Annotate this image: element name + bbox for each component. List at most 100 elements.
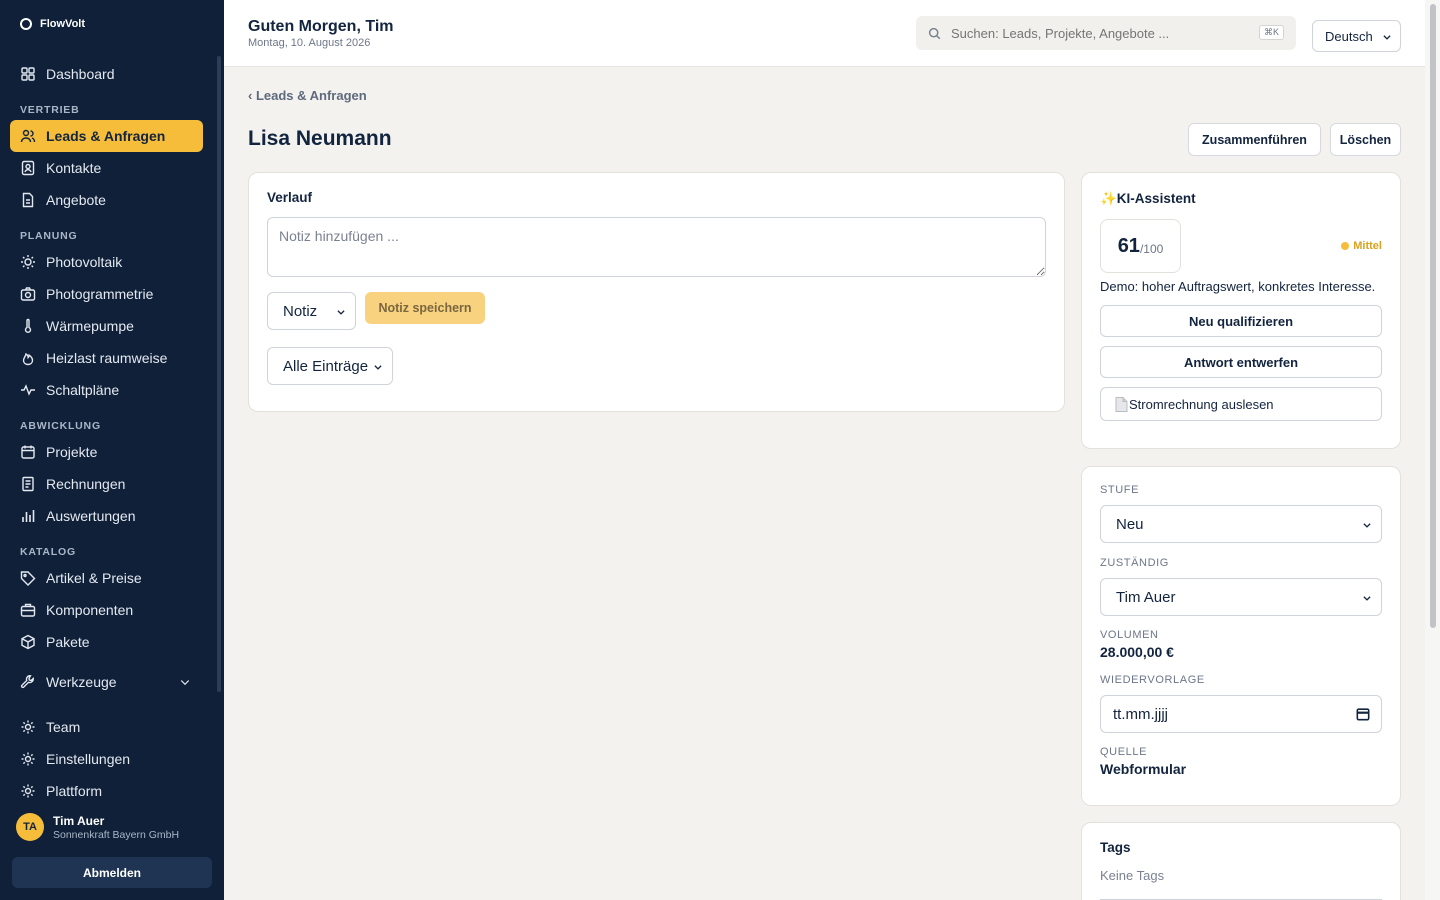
- camera-icon: [20, 287, 36, 301]
- owner-select[interactable]: Tim Auer: [1100, 578, 1382, 616]
- nav-auswertungen[interactable]: Auswertungen: [10, 500, 203, 532]
- nav-leads[interactable]: Leads & Anfragen: [10, 120, 203, 152]
- priority-dot-icon: [1341, 242, 1350, 250]
- flame-icon: [22, 352, 34, 366]
- note-type-value: Notiz: [283, 302, 318, 320]
- top-header: Guten Morgen, Tim Montag, 10. August 202…: [224, 0, 1425, 67]
- nav-rechnungen[interactable]: Rechnungen: [10, 468, 203, 500]
- followup-date-input[interactable]: tt.mm.jjjj: [1100, 695, 1382, 733]
- breadcrumb[interactable]: ‹ Leads & Anfragen: [248, 88, 367, 103]
- delete-button[interactable]: Löschen: [1330, 123, 1401, 156]
- requalify-button[interactable]: Neu qualifizieren: [1100, 305, 1382, 337]
- save-note-button[interactable]: Notiz speichern: [365, 292, 485, 324]
- tags-title: Tags: [1100, 840, 1131, 855]
- nav-label: Komponenten: [46, 602, 134, 618]
- nav-label: Kontakte: [46, 160, 102, 176]
- sun-icon: [21, 255, 35, 269]
- ai-title: ✨KI-Assistent: [1100, 191, 1196, 206]
- page-title: Lisa Neumann: [248, 127, 392, 150]
- logo-ring-icon: [20, 18, 32, 30]
- priority-label: Mittel: [1353, 240, 1382, 252]
- nav-waermepumpe[interactable]: Wärmepumpe: [10, 310, 203, 342]
- nav-schaltplaene[interactable]: Schaltpläne: [10, 374, 203, 406]
- section-planung: PLANUNG: [20, 230, 78, 242]
- draft-reply-button[interactable]: Antwort entwerfen: [1100, 346, 1382, 378]
- note-type-select[interactable]: Notiz: [267, 292, 356, 330]
- lead-details-card: STUFE Neu ZUSTÄNDIG Tim Auer VOLUMEN 28.…: [1081, 466, 1401, 806]
- read-bill-button[interactable]: Stromrechnung auslesen: [1100, 387, 1382, 421]
- users-icon: [20, 129, 36, 143]
- search-icon: [928, 27, 941, 39]
- stage-select[interactable]: Neu: [1100, 505, 1382, 543]
- platform-icon: [21, 784, 35, 798]
- document-icon: [22, 192, 34, 208]
- search-bar[interactable]: ⌘K: [916, 16, 1296, 50]
- merge-button[interactable]: Zusammenführen: [1188, 123, 1321, 156]
- nav-projekte[interactable]: Projekte: [10, 436, 203, 468]
- followup-placeholder: tt.mm.jjjj: [1113, 705, 1168, 723]
- bar-chart-icon: [22, 510, 35, 522]
- brand-logo[interactable]: FlowVolt: [20, 18, 85, 30]
- chevron-down-icon: [1363, 596, 1371, 601]
- nav-angebote[interactable]: Angebote: [10, 184, 203, 216]
- nav-label: Einstellungen: [46, 751, 131, 767]
- activity-icon: [21, 384, 35, 396]
- chevron-down-icon: [180, 680, 190, 686]
- package-icon: [21, 634, 35, 650]
- history-card: Verlauf Notiz Notiz speichern Alle Eintr…: [248, 172, 1065, 412]
- ai-assistant-card: ✨KI-Assistent 61 /100 Mittel Demo: hoher…: [1081, 172, 1401, 449]
- nav-team[interactable]: Team: [10, 711, 203, 743]
- language-value: Deutsch: [1325, 28, 1373, 44]
- owner-value: Tim Auer: [1116, 588, 1176, 606]
- note-textarea[interactable]: [267, 217, 1046, 277]
- nav-werkzeuge[interactable]: Werkzeuge: [10, 666, 203, 698]
- source-value: Webformular: [1100, 761, 1187, 777]
- app-name: FlowVolt: [40, 18, 86, 30]
- nav-pakete[interactable]: Pakete: [10, 626, 203, 658]
- nav-heizlast[interactable]: Heizlast raumweise: [10, 342, 203, 374]
- nav-einstellungen[interactable]: Einstellungen: [10, 743, 203, 775]
- chevron-down-icon: [337, 310, 345, 315]
- cog-icon: [21, 720, 35, 734]
- score-max: /100: [1139, 241, 1164, 256]
- volume-label: VOLUMEN: [1100, 629, 1159, 641]
- ai-summary: Demo: hoher Auftragswert, konkretes Inte…: [1100, 279, 1376, 294]
- section-vertrieb: VERTRIEB: [20, 104, 80, 116]
- tags-empty: Keine Tags: [1100, 868, 1165, 883]
- greeting: Guten Morgen, Tim: [248, 18, 394, 35]
- nav-label: Artikel & Preise: [46, 570, 142, 586]
- invoice-icon: [22, 476, 34, 492]
- stage-value: Neu: [1116, 515, 1144, 533]
- nav-plattform[interactable]: Plattform: [10, 775, 203, 807]
- nav-label: Heizlast raumweise: [46, 350, 168, 366]
- scrollbar-thumb[interactable]: [1430, 4, 1436, 628]
- search-shortcut: ⌘K: [1258, 25, 1284, 40]
- language-select[interactable]: Deutsch: [1312, 20, 1401, 52]
- nav-label: Team: [46, 719, 81, 735]
- entry-filter-select[interactable]: Alle Einträge: [267, 347, 393, 385]
- search-input[interactable]: [951, 25, 1251, 41]
- nav-photogrammetrie[interactable]: Photogrammetrie: [10, 278, 203, 310]
- sidebar-scrollbar[interactable]: [217, 56, 221, 692]
- tag-icon: [20, 571, 36, 586]
- nav-photovoltaik[interactable]: Photovoltaik: [10, 246, 203, 278]
- chevron-down-icon: [1383, 35, 1391, 40]
- nav-label: Photovoltaik: [46, 254, 123, 270]
- nav-label: Auswertungen: [46, 508, 136, 524]
- priority-badge: Mittel: [1341, 240, 1382, 252]
- grid-icon: [21, 67, 35, 81]
- lead-score: 61 /100: [1100, 219, 1181, 273]
- contact-icon: [21, 160, 35, 176]
- read-bill-label: Stromrechnung auslesen: [1129, 396, 1274, 412]
- page-scrollbar[interactable]: [1425, 0, 1440, 900]
- nav-komponenten[interactable]: Komponenten: [10, 594, 203, 626]
- settings-icon: [21, 752, 35, 766]
- nav-label: Leads & Anfragen: [46, 128, 166, 144]
- tags-card: Tags Keine Tags: [1081, 822, 1401, 900]
- nav-artikel[interactable]: Artikel & Preise: [10, 562, 203, 594]
- logout-button[interactable]: Abmelden: [12, 857, 212, 888]
- user-profile[interactable]: TA Tim Auer Sonnenkraft Bayern GmbH: [16, 813, 179, 841]
- nav-dashboard[interactable]: Dashboard: [10, 58, 203, 90]
- nav-kontakte[interactable]: Kontakte: [10, 152, 203, 184]
- calendar-icon: [1356, 708, 1370, 721]
